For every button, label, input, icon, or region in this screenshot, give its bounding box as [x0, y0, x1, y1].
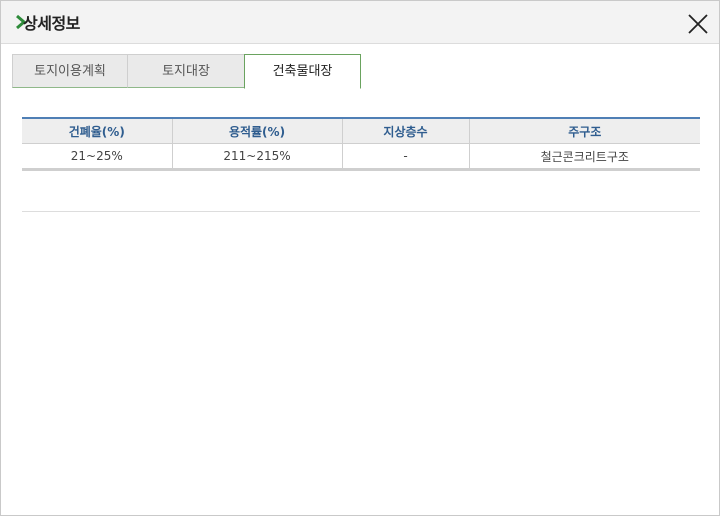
- dialog-header: 상세정보: [1, 1, 719, 44]
- table-row: 21~25% 211~215% - 철근콘크리트구조: [22, 143, 700, 171]
- col-header-coverage-ratio: 건폐율(%): [22, 117, 173, 144]
- cell-floors: -: [342, 143, 470, 171]
- close-icon[interactable]: [687, 13, 709, 35]
- col-header-structure: 주구조: [469, 117, 700, 144]
- tab-bar: 토지이용계획 토지대장 건축물대장: [12, 54, 708, 89]
- tab-land-register[interactable]: 토지대장: [127, 54, 245, 88]
- building-info-table: 건폐율(%) 용적률(%) 지상층수 주구조 21~25% 211~215% -…: [22, 117, 700, 171]
- tab-land-use-plan[interactable]: 토지이용계획: [12, 54, 128, 88]
- col-header-floors: 지상층수: [342, 117, 470, 144]
- section-divider: [22, 211, 700, 212]
- col-header-floor-area-ratio: 용적률(%): [172, 117, 343, 144]
- cell-structure: 철근콘크리트구조: [469, 143, 700, 171]
- cell-floor-area-ratio: 211~215%: [172, 143, 343, 171]
- detail-dialog: 상세정보 토지이용계획 토지대장 건축물대장 건폐율(%) 용적률(%) 지상층…: [0, 0, 720, 516]
- table-header-row: 건폐율(%) 용적률(%) 지상층수 주구조: [22, 117, 700, 144]
- dialog-title: 상세정보: [23, 14, 80, 33]
- cell-coverage-ratio: 21~25%: [22, 143, 173, 171]
- tab-building-register[interactable]: 건축물대장: [244, 54, 361, 89]
